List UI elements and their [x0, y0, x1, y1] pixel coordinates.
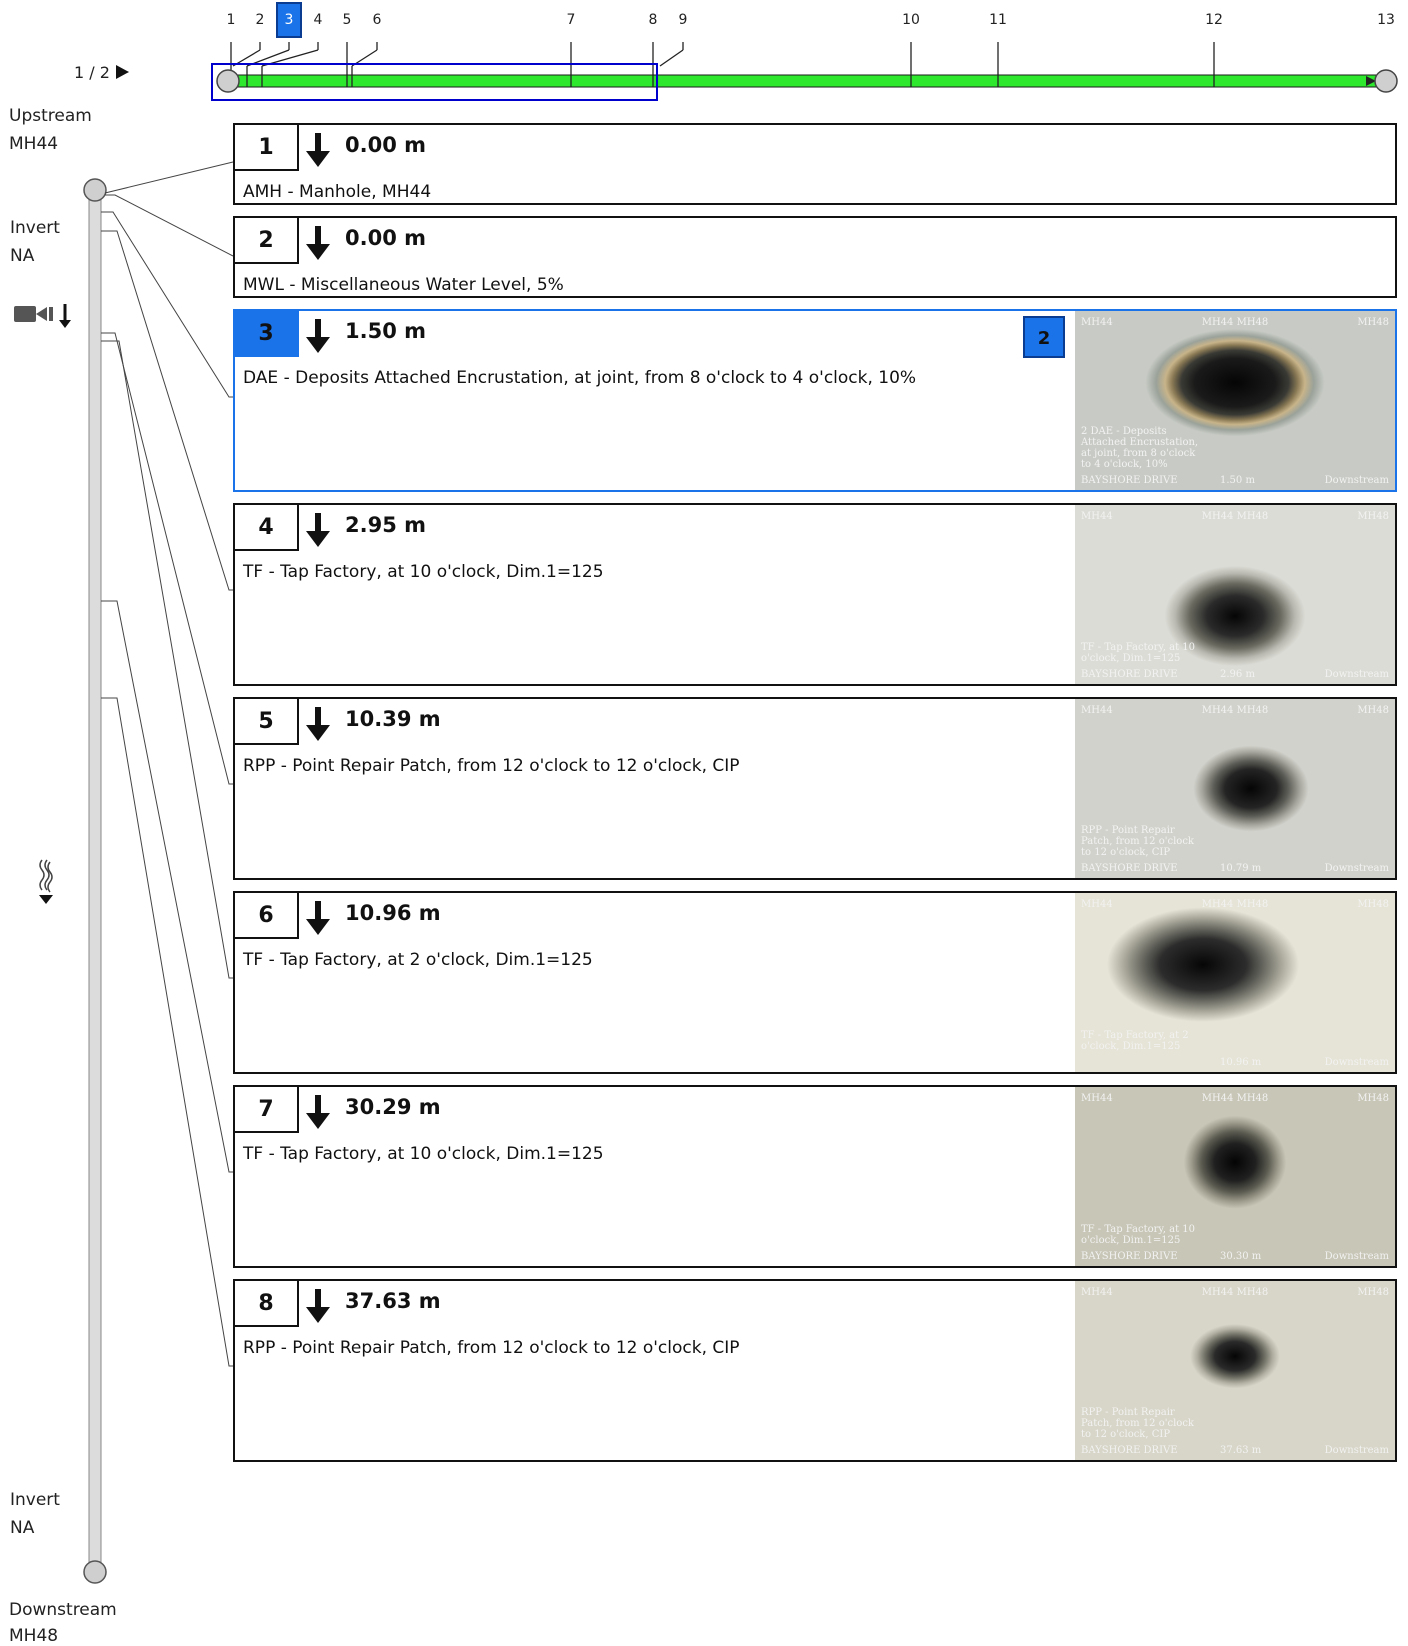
observation-number: 6: [235, 893, 299, 939]
photo-overlay-text: 2 DAE - Deposits Attached Encrustation, …: [1081, 426, 1199, 470]
observation-number: 2: [235, 218, 299, 264]
observation-description: TF - Tap Factory, at 10 o'clock, Dim.1=1…: [243, 1144, 604, 1164]
photo-direction-text: Downstream: [1324, 1057, 1389, 1068]
photo-direction-text: Downstream: [1324, 669, 1389, 680]
photo-upstream-text: MH44: [1081, 1287, 1113, 1298]
observation-row-8[interactable]: 8 37.63 m RPP - Point Repair Patch, from…: [233, 1279, 1397, 1462]
photo-section-text: MH44 MH48: [1201, 705, 1269, 716]
photo-distance-text: 10.79 m: [1220, 863, 1262, 874]
observation-distance: 10.39 m: [345, 707, 441, 731]
observation-description: RPP - Point Repair Patch, from 12 o'cloc…: [243, 1338, 740, 1358]
photo-upstream-text: MH44: [1081, 1093, 1113, 1104]
observation-row-3-selected[interactable]: 3 1.50 m DAE - Deposits Attached Encrust…: [233, 309, 1397, 492]
observation-row-4[interactable]: 4 2.95 m TF - Tap Factory, at 10 o'clock…: [233, 503, 1397, 686]
observation-row-5[interactable]: 5 10.39 m RPP - Point Repair Patch, from…: [233, 697, 1397, 880]
observation-distance: 37.63 m: [345, 1289, 441, 1313]
photo-street-text: BAYSHORE DRIVE: [1081, 1251, 1178, 1262]
photo-overlay-text: RPP - Point Repair Patch, from 12 o'cloc…: [1081, 1407, 1194, 1440]
photo-upstream-text: MH44: [1081, 511, 1113, 522]
photo-distance-text: 37.63 m: [1220, 1445, 1262, 1456]
observation-row-6[interactable]: 6 10.96 m TF - Tap Factory, at 2 o'clock…: [233, 891, 1397, 1074]
observation-description: AMH - Manhole, MH44: [243, 182, 432, 202]
observation-photo[interactable]: MH44 MH44 MH48 MH48 RPP - Point Repair P…: [1075, 699, 1395, 878]
photo-downstream-text: MH48: [1357, 1093, 1389, 1104]
photo-distance-text: 10.96 m: [1220, 1057, 1262, 1068]
photo-distance-text: 1.50 m: [1220, 475, 1255, 486]
observation-description: TF - Tap Factory, at 10 o'clock, Dim.1=1…: [243, 562, 604, 582]
photo-direction-text: Downstream: [1324, 475, 1389, 486]
photo-street-text: BAYSHORE DRIVE: [1081, 669, 1178, 680]
observation-distance: 2.95 m: [345, 513, 427, 537]
arrow-down-icon: [301, 222, 335, 262]
arrow-down-icon: [301, 1091, 335, 1131]
photo-downstream-text: MH48: [1357, 317, 1389, 328]
arrow-down-icon: [301, 315, 335, 355]
photo-section-text: MH44 MH48: [1201, 1287, 1269, 1298]
photo-downstream-text: MH48: [1357, 705, 1389, 716]
observation-distance: 0.00 m: [345, 133, 427, 157]
observation-distance: 1.50 m: [345, 319, 427, 343]
photo-direction-text: Downstream: [1324, 1251, 1389, 1262]
photo-downstream-text: MH48: [1357, 511, 1389, 522]
observation-distance: 10.96 m: [345, 901, 441, 925]
observation-number: 5: [235, 699, 299, 745]
observation-number: 4: [235, 505, 299, 551]
photo-street-text: BAYSHORE DRIVE: [1081, 475, 1178, 486]
photo-upstream-text: MH44: [1081, 317, 1113, 328]
vertical-pipe-svg: [83, 161, 234, 1584]
photo-direction-text: Downstream: [1324, 863, 1389, 874]
observation-photo[interactable]: MH44 MH44 MH48 MH48 TF - Tap Factory, at…: [1075, 893, 1395, 1072]
arrow-down-icon: [301, 897, 335, 937]
photo-overlay-text: RPP - Point Repair Patch, from 12 o'cloc…: [1081, 825, 1194, 858]
arrow-down-icon: [301, 703, 335, 743]
photo-direction-text: Downstream: [1324, 1445, 1389, 1456]
photo-section-text: MH44 MH48: [1201, 899, 1269, 910]
photo-section-text: MH44 MH48: [1201, 1093, 1269, 1104]
observation-photo[interactable]: MH44 MH44 MH48 MH48 TF - Tap Factory, at…: [1075, 505, 1395, 684]
observation-row-7[interactable]: 7 30.29 m TF - Tap Factory, at 10 o'cloc…: [233, 1085, 1397, 1268]
observation-number: 3: [235, 311, 299, 357]
arrow-down-icon: [301, 509, 335, 549]
observation-distance: 0.00 m: [345, 226, 427, 250]
photo-overlay-text: TF - Tap Factory, at 10 o'clock, Dim.1=1…: [1081, 642, 1195, 664]
arrow-down-icon: [301, 1285, 335, 1325]
photo-distance-text: 30.30 m: [1220, 1251, 1262, 1262]
photo-section-text: MH44 MH48: [1201, 511, 1269, 522]
photo-upstream-text: MH44: [1081, 899, 1113, 910]
observation-number: 8: [235, 1281, 299, 1327]
photo-overlay-text: TF - Tap Factory, at 2 o'clock, Dim.1=12…: [1081, 1030, 1189, 1052]
photo-street-text: BAYSHORE DRIVE: [1081, 1445, 1178, 1456]
photo-distance-text: 2.96 m: [1220, 669, 1255, 680]
photo-section-text: MH44 MH48: [1201, 317, 1269, 328]
observation-photo[interactable]: MH44 MH44 MH48 MH48 2 DAE - Deposits Att…: [1075, 311, 1395, 490]
observation-description: TF - Tap Factory, at 2 o'clock, Dim.1=12…: [243, 950, 593, 970]
observation-row-2[interactable]: 2 0.00 m MWL - Miscellaneous Water Level…: [233, 216, 1397, 298]
observation-number: 1: [235, 125, 299, 171]
observation-photo[interactable]: MH44 MH44 MH48 MH48 TF - Tap Factory, at…: [1075, 1087, 1395, 1266]
observation-description: RPP - Point Repair Patch, from 12 o'cloc…: [243, 756, 740, 776]
observation-distance: 30.29 m: [345, 1095, 441, 1119]
photo-downstream-text: MH48: [1357, 899, 1389, 910]
observation-description: MWL - Miscellaneous Water Level, 5%: [243, 275, 564, 295]
arrow-down-icon: [301, 129, 335, 169]
photo-downstream-text: MH48: [1357, 1287, 1389, 1298]
observation-photo[interactable]: MH44 MH44 MH48 MH48 RPP - Point Repair P…: [1075, 1281, 1395, 1460]
photo-street-text: BAYSHORE DRIVE: [1081, 863, 1178, 874]
observation-number: 7: [235, 1087, 299, 1133]
observation-description: DAE - Deposits Attached Encrustation, at…: [243, 368, 917, 388]
photo-overlay-text: TF - Tap Factory, at 10 o'clock, Dim.1=1…: [1081, 1224, 1195, 1246]
photo-count-badge[interactable]: 2: [1023, 316, 1065, 358]
photo-upstream-text: MH44: [1081, 705, 1113, 716]
observation-row-1[interactable]: 1 0.00 m AMH - Manhole, MH44: [233, 123, 1397, 205]
